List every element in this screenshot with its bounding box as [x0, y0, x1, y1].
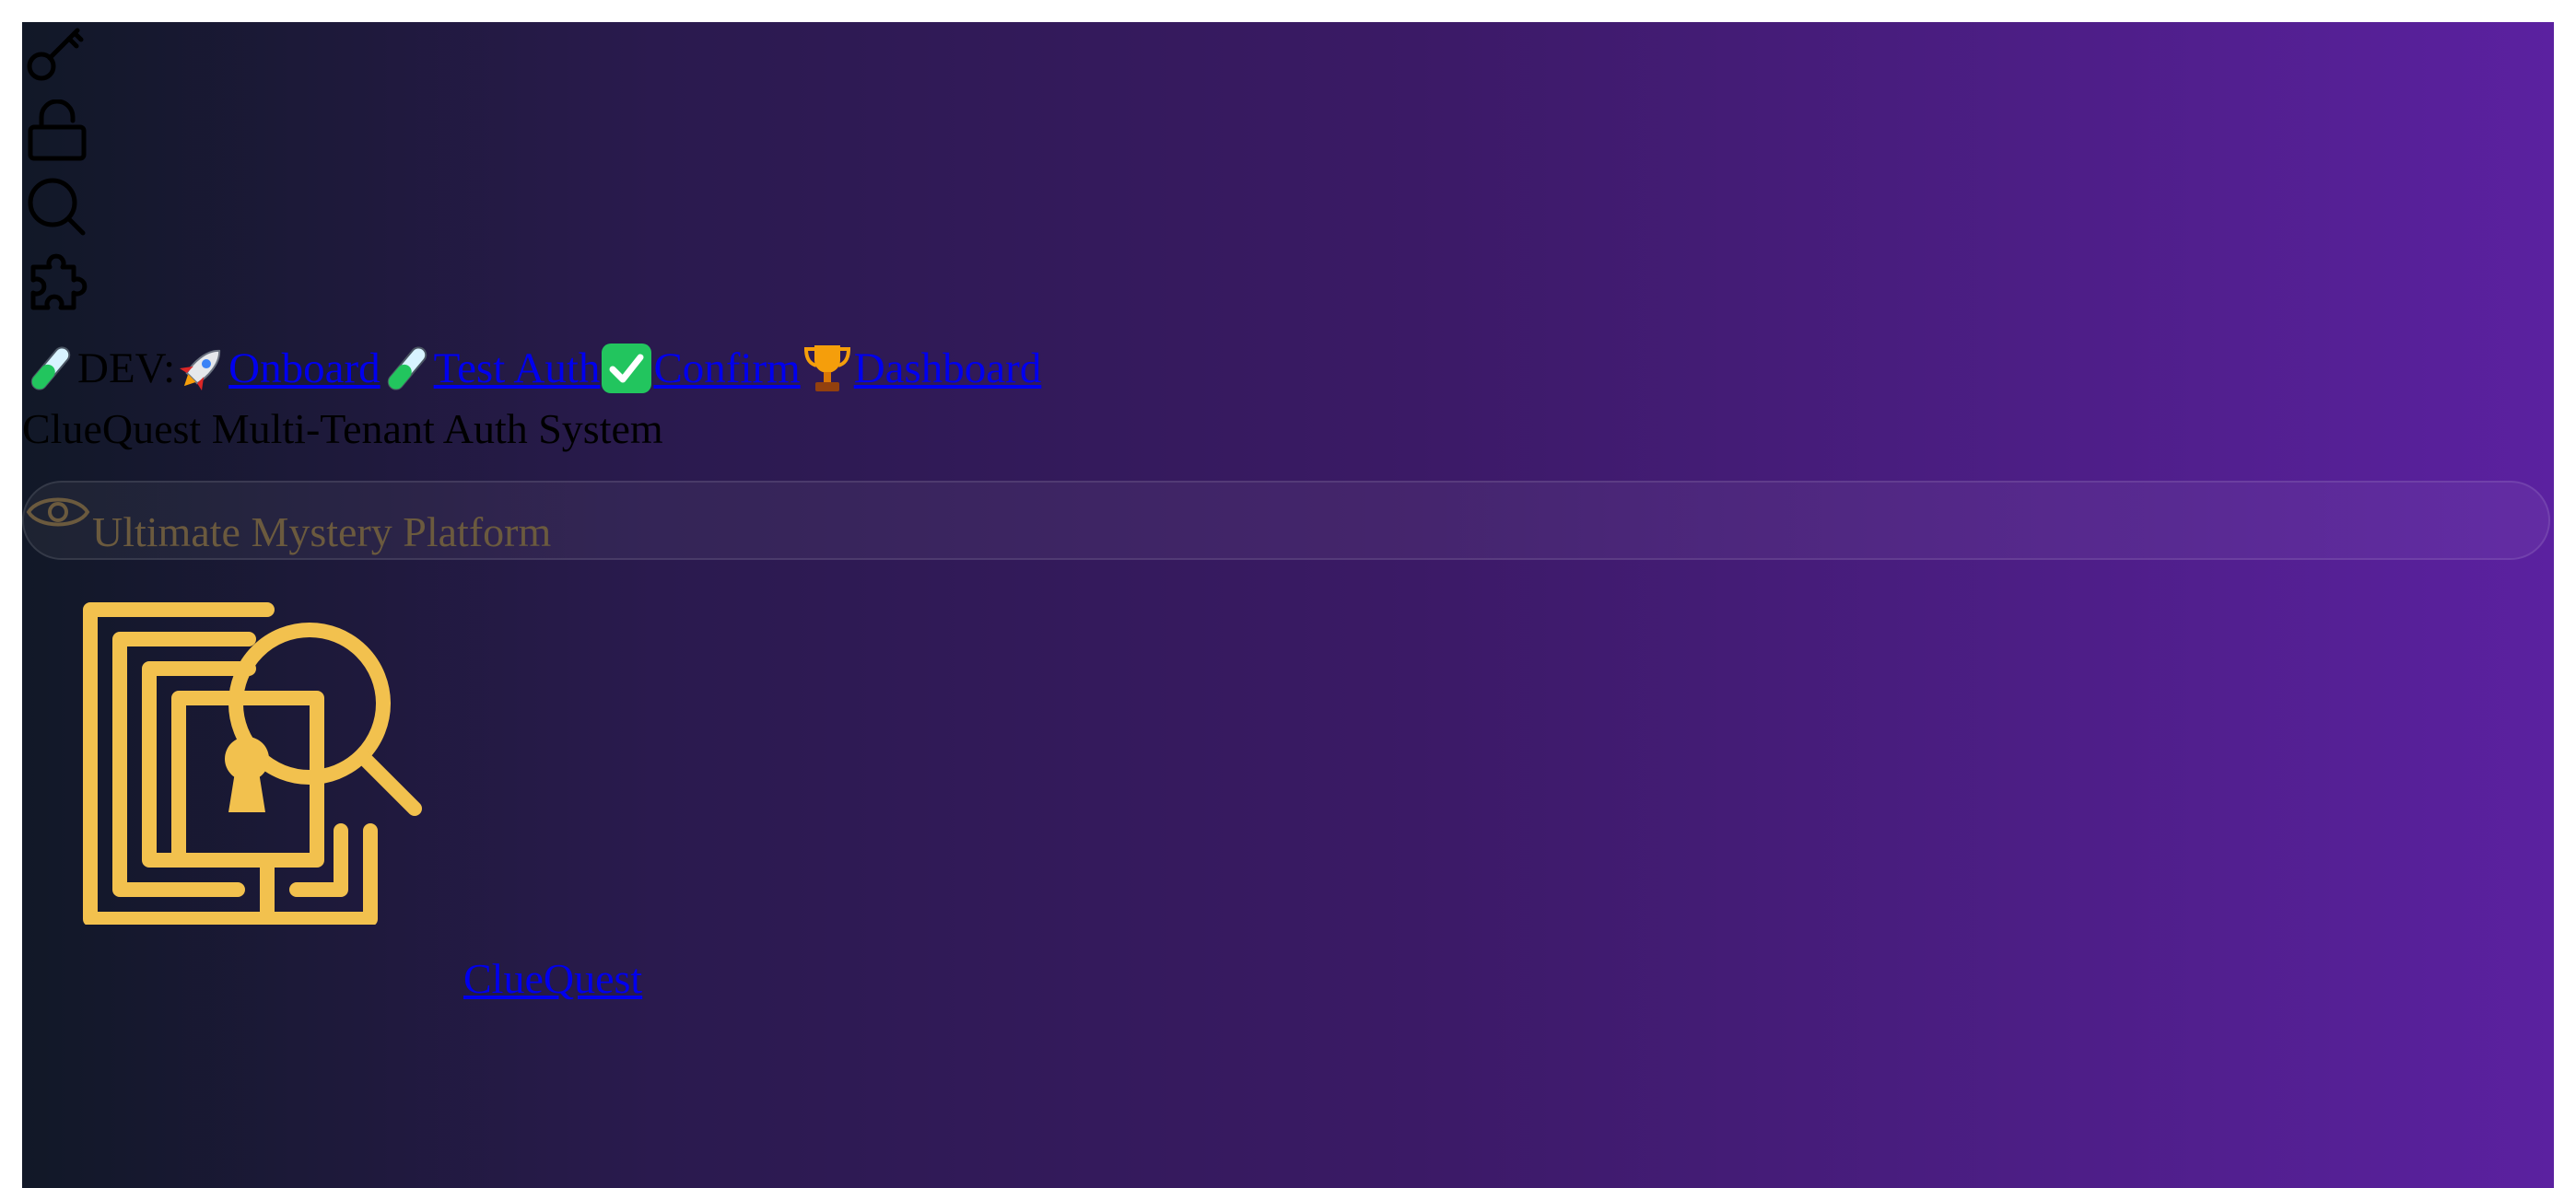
- clue-quest-logo: [83, 602, 424, 926]
- search-bar[interactable]: [22, 481, 2550, 560]
- trophy-icon: [801, 342, 854, 395]
- search-input[interactable]: [92, 505, 2488, 558]
- test-tube-icon: [381, 342, 434, 395]
- confirm-link-label: Confirm: [653, 344, 801, 392]
- brand-home-link[interactable]: ClueQuest: [463, 954, 642, 1003]
- dev-nav-bar: DEV: Onboard Test Auth Confirm Dashboard: [24, 338, 1041, 399]
- onboard-link-label: Onboard: [228, 344, 381, 392]
- lock-icon: [26, 99, 88, 162]
- confirm-link[interactable]: Confirm: [600, 342, 801, 395]
- key-icon: [26, 24, 88, 87]
- dashboard-link[interactable]: Dashboard: [801, 342, 1042, 395]
- test-tube-icon: [24, 342, 77, 395]
- app-background: DEV: Onboard Test Auth Confirm Dashboard…: [22, 22, 2554, 1188]
- check-mark-icon: [600, 342, 653, 395]
- page-tagline: ClueQuest Multi-Tenant Auth System: [22, 405, 663, 452]
- puzzle-icon: [26, 252, 88, 315]
- eye-icon: [26, 488, 90, 536]
- rocket-icon: [175, 342, 228, 395]
- magnifier-icon: [26, 176, 88, 239]
- dev-label: DEV:: [77, 344, 176, 392]
- test-auth-link-label: Test Auth: [433, 344, 601, 392]
- onboard-link[interactable]: Onboard: [175, 342, 381, 395]
- dashboard-link-label: Dashboard: [853, 344, 1042, 392]
- test-auth-link[interactable]: Test Auth: [381, 342, 601, 395]
